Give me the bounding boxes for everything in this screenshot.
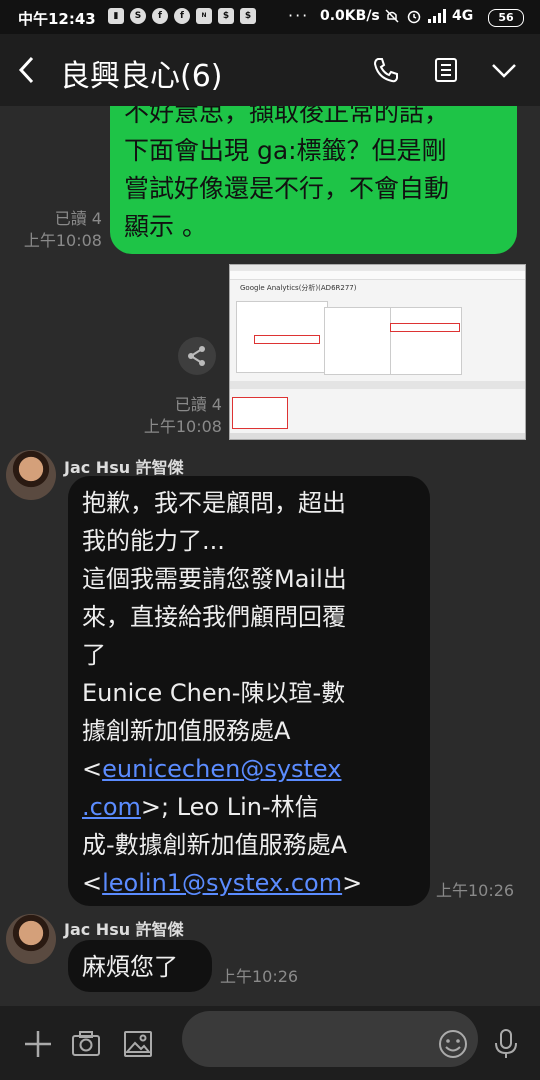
message-line: 嘗試好像還是不行，不會自動 [124,174,450,203]
plus-icon [25,1031,51,1057]
text-fragment: > [342,869,363,897]
notes-icon [435,58,457,82]
sender-avatar[interactable] [6,450,56,500]
message-line: 顯示 。 [124,212,207,241]
signal-icon [428,9,446,23]
mute-icon [385,9,399,23]
camera-icon [72,1031,100,1056]
image-icon [124,1031,152,1057]
message-line: .com>; Leo Lin-林信 [82,788,416,826]
back-button[interactable] [16,54,36,91]
notes-button[interactable] [432,56,460,84]
message-time: 上午10:26 [436,881,515,900]
network-type: 4G [452,8,474,24]
emoji-icon [439,1030,467,1058]
email-link-eunice[interactable]: eunicechen@systex [102,755,341,783]
message-time: 上午10:08 [23,231,102,250]
text-fragment: < [82,869,103,897]
outgoing-meta: 已讀 4 上午10:08 [10,208,102,252]
microphone-icon [495,1029,517,1058]
screenshot-title: Google Analytics(分析)(AD6R277) [240,284,357,292]
chevron-left-icon [18,56,34,84]
outgoing-message[interactable]: 不好意思，擷取後正常的話， 下面會出現 ga:標籤？但是剛 嘗試好像還是不行，不… [110,106,517,254]
message-line: 成-數據創新加值服務處A [82,831,348,859]
news-icon: N [196,8,212,24]
read-receipt: 已讀 4 [54,209,102,228]
emoji-button[interactable] [437,1028,469,1060]
message-line: Eunice Chen-陳以瑄-數 [82,679,346,707]
call-button[interactable] [372,56,400,84]
more-notifications-icon: ··· [288,6,310,25]
email-link-leo[interactable]: leolin1@systex.com [102,869,342,897]
message-line: 抱歉，我不是顧問，超出 [82,489,346,517]
message-line: <leolin1@systex.com> [82,864,416,902]
menu-button[interactable] [490,56,518,84]
share-button[interactable] [178,337,216,375]
message-input-bar [0,1006,540,1080]
text-fragment: < [82,755,103,783]
screenshot-image-message[interactable]: Google Analytics(分析)(AD6R277) [229,264,526,440]
incoming-message[interactable]: 抱歉，我不是顧問，超出 我的能力了... 這個我需要請您發Mail出 來，直接給… [68,476,430,906]
message-line: 我的能力了... [82,527,225,555]
message-time: 上午10:26 [220,967,299,986]
message-line: 下面會出現 ga:標籤？但是剛 [124,136,447,165]
chat-header: 良興良心(6) [0,34,540,106]
status-right: 4G [384,8,473,24]
battery-indicator: 56 [488,9,524,27]
add-button[interactable] [22,1028,54,1060]
shopping-icon-2: $ [240,8,256,24]
message-line: 這個我需要請您發Mail出 [82,565,347,593]
gallery-button[interactable] [122,1028,154,1060]
chat-area[interactable]: 不好意思，擷取後正常的話， 下面會出現 ga:標籤？但是剛 嘗試好像還是不行，不… [0,106,540,1006]
message-input[interactable] [182,1011,478,1067]
facebook-icon-2: f [174,8,190,24]
trash-icon: ▮ [108,8,124,24]
incoming-message[interactable]: 麻煩您了 [68,940,212,992]
chevron-down-icon [492,64,516,78]
status-bar: 中午12:43 ▮ S f f N $ $ ··· 0.0KB/s 4G 56 [0,0,540,34]
status-time: 中午12:43 [18,10,96,28]
sender-avatar[interactable] [6,914,56,964]
camera-button[interactable] [70,1028,102,1060]
message-line: 不好意思，擷取後正常的話， [124,106,450,127]
net-speed: 0.0KB/s [320,8,380,24]
voice-button[interactable] [490,1028,522,1060]
sender-name: Jac Hsu 許智傑 [64,458,184,477]
phone-icon [373,58,398,83]
message-line: 了 [82,641,106,669]
alarm-icon [407,10,421,24]
email-link-eunice-domain[interactable]: .com [82,793,141,821]
message-line: <eunicechen@systex [82,750,416,788]
read-receipt: 已讀 4 [174,395,222,414]
message-time: 上午10:08 [143,417,222,436]
message-line: 據創新加值服務處A [82,717,291,745]
notification-icons: ▮ S f f N $ $ [108,8,256,24]
facebook-icon: f [152,8,168,24]
image-meta: 已讀 4 上午10:08 [128,394,222,438]
s-app-icon: S [130,8,146,24]
shopping-icon: $ [218,8,234,24]
share-icon [188,346,205,366]
message-line: 來，直接給我們顧問回覆 [82,603,346,631]
message-line: 麻煩您了 [82,953,178,981]
sender-name: Jac Hsu 許智傑 [64,920,184,939]
text-fragment: >; Leo Lin-林信 [140,793,319,821]
chat-title: 良興良心(6) [60,59,223,94]
